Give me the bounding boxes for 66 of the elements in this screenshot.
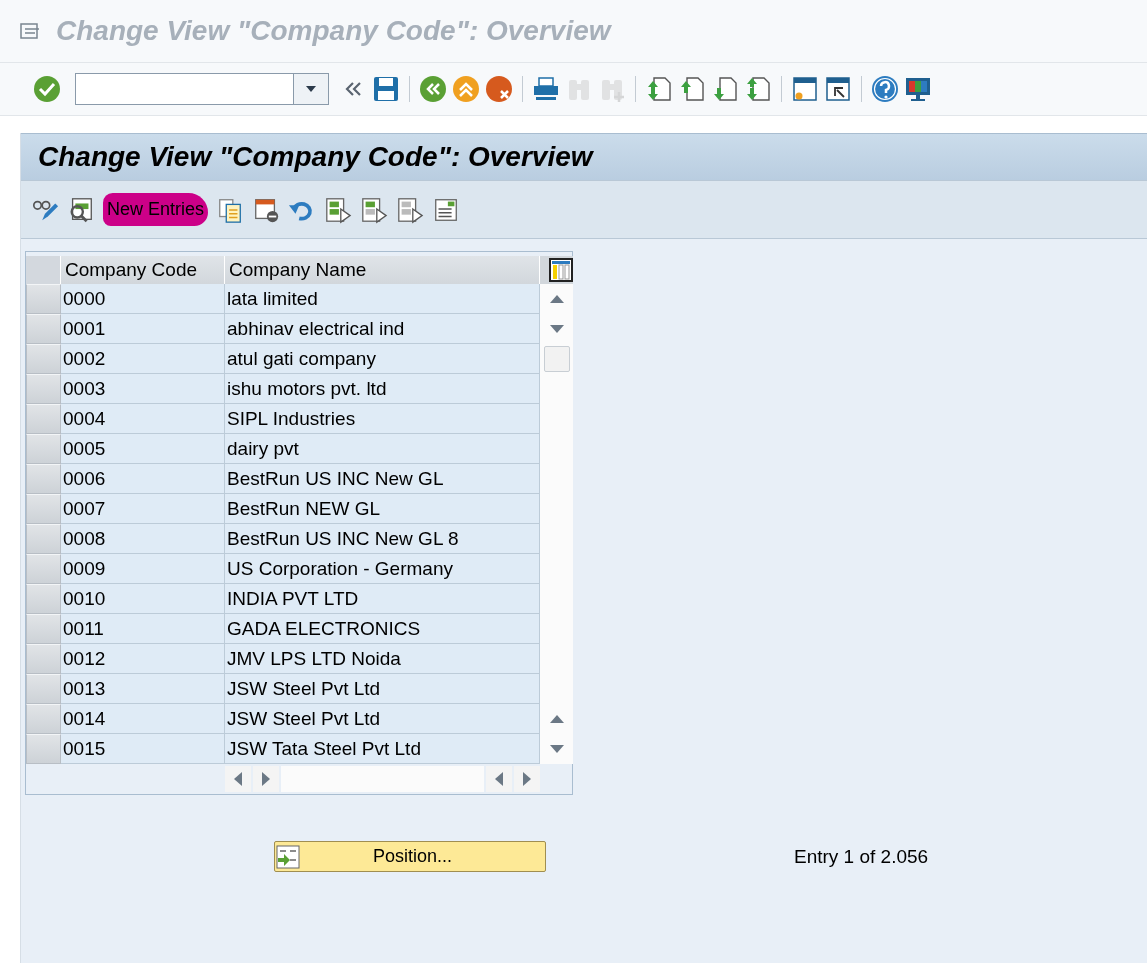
- table-cell: JSW Steel Pvt Ltd: [225, 704, 540, 734]
- table-cell: 0011: [61, 614, 225, 644]
- column-header[interactable]: Company Name: [225, 256, 540, 284]
- table-cell: 0000: [61, 284, 225, 314]
- table-cell: BestRun US INC New GL: [225, 464, 540, 494]
- table-cell: 0002: [61, 344, 225, 374]
- scroll-down-icon[interactable]: [549, 325, 564, 333]
- window-title: Change View "Company Code": Overview: [56, 15, 611, 47]
- table-cell: JSW Steel Pvt Ltd: [225, 674, 540, 704]
- table-cell: 0005: [61, 434, 225, 464]
- table-cell: 0009: [61, 554, 225, 584]
- table-cell: SIPL Industries: [225, 404, 540, 434]
- select-all-cell[interactable]: [26, 256, 61, 284]
- scroll-right-icon[interactable]: [262, 772, 270, 786]
- select-all-icon[interactable]: [324, 195, 353, 224]
- table-cell: 0006: [61, 464, 225, 494]
- position-icon: [276, 844, 300, 869]
- table-cell: 0012: [61, 644, 225, 674]
- table-cell: lata limited: [225, 284, 540, 314]
- scroll-left-icon[interactable]: [495, 772, 503, 786]
- table-cell: JSW Tata Steel Pvt Ltd: [225, 734, 540, 764]
- table-cell: ishu motors pvt. ltd: [225, 374, 540, 404]
- table-cell: abhinav electrical ind: [225, 314, 540, 344]
- table-cell: JMV LPS LTD Noida: [225, 644, 540, 674]
- column-header[interactable]: Company Code: [61, 256, 225, 284]
- menu-icon[interactable]: [20, 22, 42, 40]
- scroll-thumb[interactable]: [543, 346, 570, 372]
- scroll-left-icon[interactable]: [234, 772, 242, 786]
- exit-icon[interactable]: [451, 74, 481, 104]
- table-cell: 0013: [61, 674, 225, 704]
- help-icon[interactable]: [870, 74, 900, 104]
- table-cell: 0003: [61, 374, 225, 404]
- table-cell: 0015: [61, 734, 225, 764]
- table-cell: 0004: [61, 404, 225, 434]
- table-cell: 0007: [61, 494, 225, 524]
- position-button[interactable]: Position...: [274, 841, 546, 872]
- scroll-up-icon[interactable]: [549, 295, 564, 303]
- scroll-right-icon[interactable]: [523, 772, 531, 786]
- new-window-icon[interactable]: [790, 74, 820, 104]
- table-cell: 0008: [61, 524, 225, 554]
- table-cell: BestRun US INC New GL 8: [225, 524, 540, 554]
- checkmark-icon[interactable]: [32, 74, 62, 104]
- screen-title: Change View "Company Code": Overview: [38, 141, 593, 173]
- vertical-scrollbar[interactable]: [540, 284, 573, 764]
- table-cell: GADA ELECTRONICS: [225, 614, 540, 644]
- cancel-icon[interactable]: [484, 74, 514, 104]
- dropdown-caret-icon: [306, 86, 316, 92]
- table-cell: INDIA PVT LTD: [225, 584, 540, 614]
- scroll-up-icon[interactable]: [549, 715, 564, 723]
- scroll-down-icon[interactable]: [549, 745, 564, 753]
- table-cell: 0014: [61, 704, 225, 734]
- table-cell: BestRun NEW GL: [225, 494, 540, 524]
- save-icon[interactable]: [371, 74, 401, 104]
- column-settings-icon[interactable]: [549, 258, 573, 282]
- new-entries-button[interactable]: New Entries: [103, 193, 209, 226]
- table-cell: dairy pvt: [225, 434, 540, 464]
- table-cell: US Corporation - Germany: [225, 554, 540, 584]
- select-block-icon[interactable]: [360, 195, 389, 224]
- entry-count: Entry 1 of 2.056: [794, 845, 929, 868]
- command-field[interactable]: [75, 73, 329, 105]
- back-icon[interactable]: [418, 74, 448, 104]
- table-cell: 0001: [61, 314, 225, 344]
- table-cell: atul gati company: [225, 344, 540, 374]
- table-cell: 0010: [61, 584, 225, 614]
- deselect-all-icon[interactable]: [396, 195, 425, 224]
- shortcut-icon[interactable]: [823, 74, 853, 104]
